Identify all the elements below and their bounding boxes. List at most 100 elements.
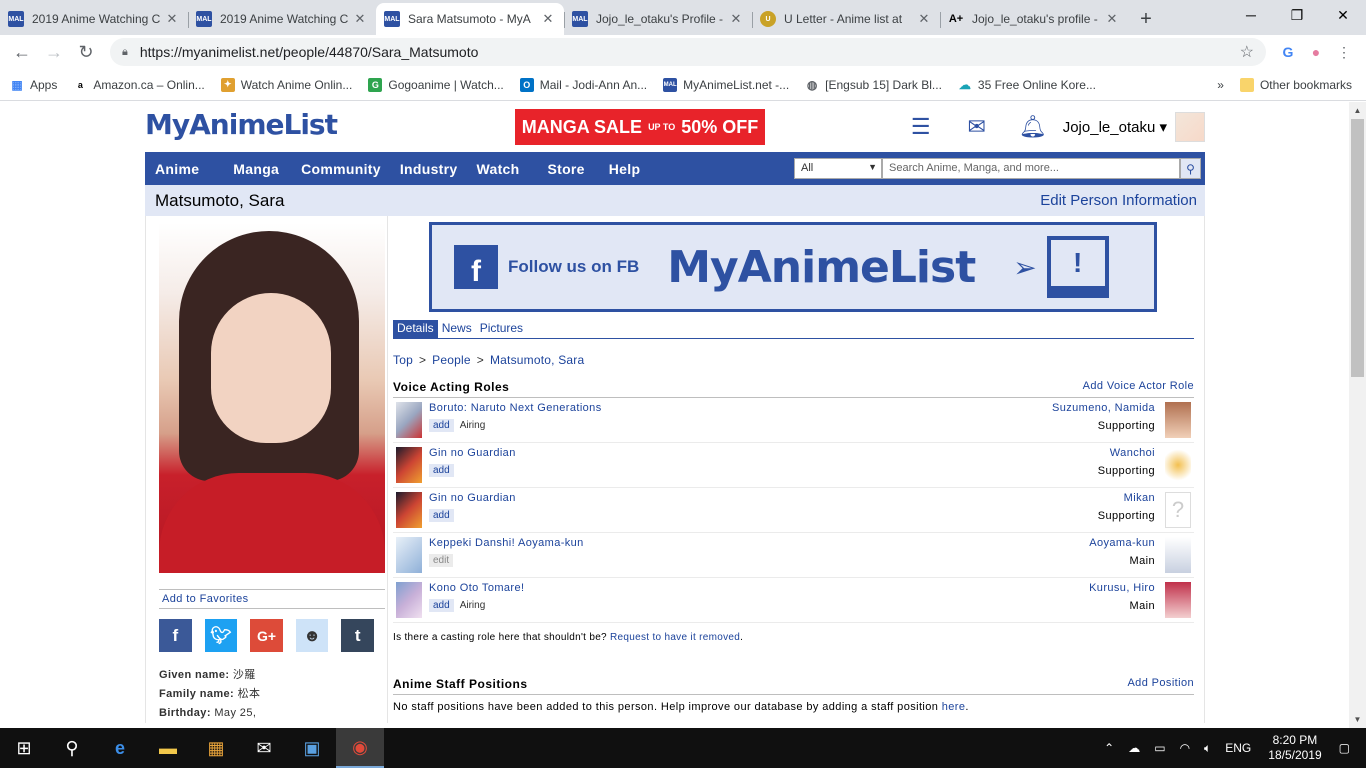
windows-start-icon[interactable]: ⊞ bbox=[0, 728, 48, 768]
browser-tab[interactable]: U U Letter - Anime list at ✕ bbox=[752, 3, 940, 35]
notification-bell-icon[interactable]: 🔔︎ bbox=[1019, 113, 1047, 141]
character-thumbnail[interactable] bbox=[1165, 582, 1191, 618]
address-bar[interactable]: 🔒︎ https://myanimelist.net/people/44870/… bbox=[110, 38, 1266, 66]
bookmark-apps[interactable]: ▦ Apps bbox=[10, 78, 57, 92]
tumblr-share-icon[interactable]: t bbox=[341, 619, 374, 652]
battery-icon[interactable]: ▭ bbox=[1154, 741, 1165, 755]
character-thumbnail[interactable] bbox=[1165, 537, 1191, 573]
menu-community[interactable]: Community bbox=[293, 161, 389, 177]
menu-watch[interactable]: Watch bbox=[468, 161, 527, 177]
google-plus-share-icon[interactable]: G+ bbox=[250, 619, 283, 652]
anime-title-link[interactable]: Keppeki Danshi! Aoyama-kun bbox=[429, 537, 1089, 549]
other-bookmarks[interactable]: Other bookmarks bbox=[1239, 77, 1352, 92]
bookmark-gogoanime[interactable]: G Gogoanime | Watch... bbox=[368, 77, 504, 92]
chrome-menu-icon[interactable]: ⋮ bbox=[1330, 38, 1358, 66]
twitter-share-icon[interactable]: 🐦︎ bbox=[204, 619, 238, 652]
page-scrollbar[interactable]: ▲ ▼ bbox=[1349, 102, 1366, 728]
file-explorer-icon[interactable]: ▬ bbox=[144, 728, 192, 768]
mail-icon[interactable]: ✉ bbox=[963, 113, 991, 141]
bookmark-korean[interactable]: ☁ 35 Free Online Kore... bbox=[958, 78, 1096, 92]
more-bookmarks-icon[interactable]: » bbox=[1217, 78, 1224, 92]
anime-thumbnail[interactable] bbox=[396, 492, 422, 528]
character-name-link[interactable]: Aoyama-kun bbox=[1089, 537, 1155, 549]
bookmark-watch-anime[interactable]: ✦ Watch Anime Onlin... bbox=[220, 77, 352, 92]
close-tab-icon[interactable]: ✕ bbox=[540, 11, 556, 27]
breadcrumb-people[interactable]: People bbox=[432, 353, 471, 367]
manga-sale-banner[interactable]: MANGA SALE UP TO 50% OFF bbox=[515, 109, 765, 145]
add-to-list-button[interactable]: add bbox=[429, 599, 454, 612]
scroll-up-arrow-icon[interactable]: ▲ bbox=[1349, 102, 1366, 119]
edit-list-button[interactable]: edit bbox=[429, 554, 454, 567]
add-staff-here-link[interactable]: here bbox=[942, 701, 966, 713]
menu-help[interactable]: Help bbox=[601, 161, 649, 177]
anime-title-link[interactable]: Gin no Guardian bbox=[429, 492, 1098, 504]
minimize-icon[interactable]: ─ bbox=[1228, 0, 1274, 30]
site-logo[interactable]: MyAnimeList bbox=[145, 108, 338, 141]
bookmark-amazon[interactable]: a Amazon.ca – Onlin... bbox=[73, 78, 205, 92]
request-removal-link[interactable]: Request to have it removed bbox=[610, 632, 740, 643]
character-name-link[interactable]: Mikan bbox=[1098, 492, 1155, 504]
close-tab-icon[interactable]: ✕ bbox=[164, 11, 180, 27]
bookmark-engsub[interactable]: ◍ [Engsub 15] Dark Bl... bbox=[805, 78, 942, 92]
chrome-taskbar-icon[interactable]: ◉ bbox=[336, 728, 384, 768]
add-to-favorites-link[interactable]: Add to Favorites bbox=[159, 589, 385, 609]
store-icon[interactable]: ▦ bbox=[192, 728, 240, 768]
anime-title-link[interactable]: Boruto: Naruto Next Generations bbox=[429, 402, 1052, 414]
add-voice-role-link[interactable]: Add Voice Actor Role bbox=[1083, 380, 1194, 394]
menu-anime[interactable]: Anime bbox=[147, 161, 207, 177]
username-dropdown[interactable]: Jojo_le_otaku ▾ bbox=[1063, 118, 1167, 136]
browser-tab[interactable]: MAL 2019 Anime Watching C ✕ bbox=[0, 3, 188, 35]
character-name-link[interactable]: Kurusu, Hiro bbox=[1089, 582, 1155, 594]
search-filter-select[interactable]: All bbox=[794, 158, 882, 179]
add-position-link[interactable]: Add Position bbox=[1127, 677, 1194, 691]
add-to-list-button[interactable]: add bbox=[429, 509, 454, 522]
close-tab-icon[interactable]: ✕ bbox=[1104, 11, 1120, 27]
wifi-icon[interactable]: ◠ bbox=[1180, 741, 1190, 755]
tab-details[interactable]: Details bbox=[393, 320, 438, 338]
search-icon[interactable]: ⚲ bbox=[48, 728, 96, 768]
character-thumbnail[interactable] bbox=[1165, 447, 1191, 483]
browser-tab[interactable]: A+ Jojo_le_otaku's profile - ✕ bbox=[940, 3, 1128, 35]
forward-icon[interactable]: → bbox=[40, 38, 68, 66]
reload-icon[interactable]: ↻ bbox=[72, 38, 100, 66]
character-thumbnail[interactable] bbox=[1165, 402, 1191, 438]
breadcrumb-current[interactable]: Matsumoto, Sara bbox=[490, 353, 584, 367]
add-to-list-button[interactable]: add bbox=[429, 464, 454, 477]
facebook-ad-banner[interactable]: f Follow us on FB MyAnimeList ➢ ! bbox=[429, 222, 1157, 312]
back-icon[interactable]: ← bbox=[8, 38, 36, 66]
bookmark-mail[interactable]: O Mail - Jodi-Ann An... bbox=[519, 77, 647, 92]
anime-title-link[interactable]: Gin no Guardian bbox=[429, 447, 1098, 459]
menu-store[interactable]: Store bbox=[539, 161, 592, 177]
control-panel-icon[interactable]: ▣ bbox=[288, 728, 336, 768]
browser-tab-active[interactable]: MAL Sara Matsumoto - MyA ✕ bbox=[376, 3, 564, 35]
close-tab-icon[interactable]: ✕ bbox=[352, 11, 368, 27]
search-icon[interactable]: ⚲ bbox=[1180, 158, 1201, 179]
close-tab-icon[interactable]: ✕ bbox=[916, 11, 932, 27]
add-to-list-button[interactable]: add bbox=[429, 419, 454, 432]
user-avatar[interactable] bbox=[1175, 112, 1205, 142]
menu-manga[interactable]: Manga bbox=[225, 161, 287, 177]
list-icon[interactable]: ☰ bbox=[907, 113, 935, 141]
volume-icon[interactable]: 🔈︎ bbox=[1204, 741, 1211, 756]
menu-industry[interactable]: Industry bbox=[392, 161, 466, 177]
tab-pictures[interactable]: Pictures bbox=[476, 320, 527, 338]
placeholder-question-icon[interactable]: ? bbox=[1165, 492, 1191, 528]
character-name-link[interactable]: Suzumeno, Namida bbox=[1052, 402, 1155, 414]
new-tab-icon[interactable]: + bbox=[1132, 5, 1160, 33]
breadcrumb-top[interactable]: Top bbox=[393, 353, 413, 367]
tab-news[interactable]: News bbox=[438, 320, 476, 338]
clock[interactable]: 8:20 PM 18/5/2019 bbox=[1268, 733, 1321, 763]
anime-thumbnail[interactable] bbox=[396, 537, 422, 573]
onedrive-cloud-icon[interactable]: ☁ bbox=[1128, 741, 1140, 755]
reddit-share-icon[interactable]: ☻ bbox=[295, 619, 329, 652]
facebook-share-icon[interactable]: f bbox=[159, 619, 192, 652]
anime-thumbnail[interactable] bbox=[396, 402, 422, 438]
action-center-icon[interactable]: ▢ bbox=[1339, 741, 1350, 755]
anime-thumbnail[interactable] bbox=[396, 447, 422, 483]
search-input[interactable]: Search Anime, Manga, and more... bbox=[882, 158, 1180, 179]
close-tab-icon[interactable]: ✕ bbox=[728, 11, 744, 27]
show-hidden-icons-icon[interactable]: ⌃ bbox=[1104, 741, 1114, 755]
anime-thumbnail[interactable] bbox=[396, 582, 422, 618]
edge-browser-icon[interactable]: e bbox=[96, 728, 144, 768]
bookmark-star-icon[interactable]: ☆ bbox=[1240, 42, 1254, 62]
